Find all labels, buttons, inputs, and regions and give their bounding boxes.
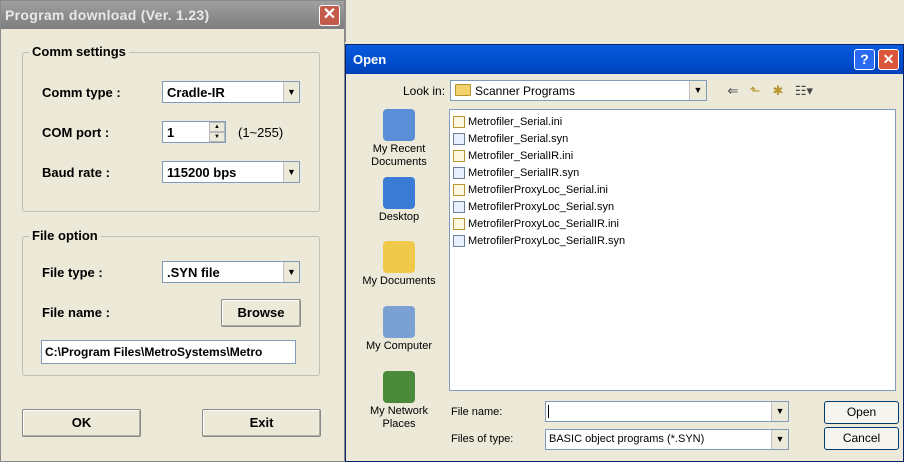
view-menu-icon[interactable]: ☷▾ (792, 82, 816, 99)
chevron-down-icon[interactable]: ▼ (689, 81, 706, 100)
title-bar[interactable]: Open ? ✕ (346, 45, 903, 74)
place-label: My Documents (362, 275, 436, 287)
close-icon: ✕ (322, 6, 337, 23)
ini-file-icon (453, 183, 465, 196)
dialog-title: Open (353, 52, 387, 67)
text-caret (548, 405, 549, 418)
files-of-type-select[interactable]: BASIC object programs (*.SYN) ▼ (545, 429, 789, 450)
com-port-value: 1 (167, 125, 175, 140)
place-my-computer[interactable]: My Computer (356, 306, 442, 353)
places-bar: My Recent Documents Desktop My Documents… (356, 109, 442, 439)
close-icon: ✕ (882, 51, 895, 67)
list-item[interactable]: MetrofilerProxyLoc_Serial.syn (450, 198, 895, 215)
list-item[interactable]: Metrofiler_SerialIR.ini (450, 147, 895, 164)
file-type-label: File type : (42, 265, 103, 280)
network-places-icon (383, 371, 415, 403)
place-recent-documents[interactable]: My Recent Documents (356, 109, 442, 169)
file-name: Metrofiler_SerialIR.syn (468, 166, 580, 179)
close-button[interactable]: ✕ (319, 5, 340, 26)
baud-rate-select[interactable]: 115200 bps ▼ (162, 161, 300, 183)
com-port-stepper[interactable]: 1 ▲ ▼ (162, 121, 226, 143)
ini-file-icon (453, 115, 465, 128)
spin-down-icon[interactable]: ▼ (209, 132, 225, 142)
list-item[interactable]: Metrofiler_SerialIR.syn (450, 164, 895, 181)
syn-file-icon (453, 234, 465, 247)
file-name: Metrofiler_Serial.syn (468, 132, 569, 145)
file-name-label: File name : (42, 305, 110, 320)
file-name: MetrofilerProxyLoc_SerialIR.syn (468, 234, 626, 247)
ok-button[interactable]: OK (22, 409, 141, 437)
file-name-label: File name: (451, 406, 503, 418)
place-label: My Network Places (369, 405, 429, 430)
syn-file-icon (453, 132, 465, 145)
list-item[interactable]: Metrofiler_Serial.syn (450, 130, 895, 147)
look-in-value: Scanner Programs (475, 84, 576, 98)
comm-settings-legend: Comm settings (29, 44, 129, 59)
window-title: Program download (Ver. 1.23) (5, 7, 210, 23)
file-path-field[interactable]: C:\Program Files\MetroSystems\Metro (41, 340, 296, 364)
syn-file-icon (453, 166, 465, 179)
place-label: My Computer (365, 340, 433, 352)
file-name: MetrofilerProxyLoc_SerialIR.ini (468, 217, 619, 230)
file-type-value: .SYN file (167, 265, 220, 280)
recent-documents-icon (383, 109, 415, 141)
folder-icon (455, 84, 471, 96)
file-name: MetrofilerProxyLoc_Serial.syn (468, 200, 615, 213)
list-item[interactable]: MetrofilerProxyLoc_SerialIR.syn (450, 232, 895, 249)
help-button[interactable]: ? (854, 49, 875, 70)
file-type-select[interactable]: .SYN file ▼ (162, 261, 300, 283)
place-my-documents[interactable]: My Documents (356, 241, 442, 288)
list-item[interactable]: Metrofiler_Serial.ini (450, 113, 895, 130)
desktop-icon (383, 177, 415, 209)
new-folder-icon[interactable]: ✱ (769, 82, 787, 99)
baud-rate-value: 115200 bps (167, 165, 237, 180)
open-button[interactable]: Open (824, 401, 899, 424)
place-label: Desktop (378, 211, 420, 223)
program-download-window: Program download (Ver. 1.23) ✕ Comm sett… (0, 0, 345, 462)
up-folder-icon[interactable]: ⬑ (746, 82, 764, 99)
title-bar[interactable]: Program download (Ver. 1.23) ✕ (1, 1, 344, 29)
my-documents-icon (383, 241, 415, 273)
file-name-input[interactable]: ▼ (545, 401, 789, 422)
com-port-label: COM port : (42, 125, 110, 140)
look-in-select[interactable]: Scanner Programs ▼ (450, 80, 707, 101)
look-in-label: Look in: (403, 84, 446, 98)
open-dialog: Open ? ✕ Look in: Scanner Programs ▼ ⇐ ⬑… (345, 44, 904, 462)
list-item[interactable]: MetrofilerProxyLoc_Serial.ini (450, 181, 895, 198)
place-label: My Recent Documents (371, 143, 427, 168)
comm-type-label: Comm type : (42, 85, 121, 100)
browse-button[interactable]: Browse (221, 299, 301, 327)
chevron-down-icon[interactable]: ▼ (771, 430, 788, 449)
file-name: Metrofiler_Serial.ini (468, 115, 563, 128)
place-desktop[interactable]: Desktop (356, 177, 442, 224)
help-icon: ? (860, 51, 869, 67)
file-option-legend: File option (29, 228, 101, 243)
close-button[interactable]: ✕ (878, 49, 899, 70)
background-window (345, 0, 904, 42)
file-name: Metrofiler_SerialIR.ini (468, 149, 574, 162)
chevron-down-icon[interactable]: ▼ (283, 82, 299, 102)
spin-up-icon[interactable]: ▲ (209, 122, 225, 132)
baud-rate-label: Baud rate : (42, 165, 110, 180)
place-network[interactable]: My Network Places (356, 371, 442, 431)
my-computer-icon (383, 306, 415, 338)
chevron-down-icon[interactable]: ▼ (283, 262, 299, 282)
back-arrow-icon[interactable]: ⇐ (724, 82, 742, 99)
chevron-down-icon[interactable]: ▼ (771, 402, 788, 421)
files-of-type-label: Files of type: (451, 433, 514, 445)
exit-button[interactable]: Exit (202, 409, 321, 437)
ini-file-icon (453, 217, 465, 230)
syn-file-icon (453, 200, 465, 213)
files-of-type-value: BASIC object programs (*.SYN) (549, 433, 705, 445)
com-port-range: (1~255) (238, 125, 284, 140)
file-name: MetrofilerProxyLoc_Serial.ini (468, 183, 608, 196)
cancel-button[interactable]: Cancel (824, 427, 899, 450)
list-item[interactable]: MetrofilerProxyLoc_SerialIR.ini (450, 215, 895, 232)
comm-type-select[interactable]: Cradle-IR ▼ (162, 81, 300, 103)
comm-type-value: Cradle-IR (167, 85, 225, 100)
ini-file-icon (453, 149, 465, 162)
chevron-down-icon[interactable]: ▼ (283, 162, 299, 182)
file-list[interactable]: Metrofiler_Serial.ini Metrofiler_Serial.s… (449, 109, 896, 391)
